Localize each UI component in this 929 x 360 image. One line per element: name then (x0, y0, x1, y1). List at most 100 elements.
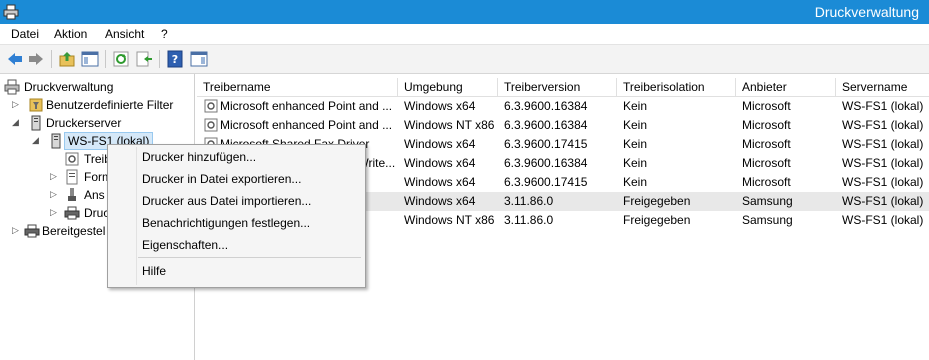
printer-management-icon (4, 79, 20, 95)
up-folder-icon[interactable] (58, 50, 76, 68)
menu-datei[interactable]: Datei (11, 27, 39, 41)
cell-driver-version: 6.3.9600.16384 (504, 118, 588, 132)
toolbar-separator (51, 50, 52, 68)
cell-server-name: WS-FS1 (lokal) (842, 194, 924, 208)
expand-arrow-icon[interactable]: ▷ (12, 225, 20, 235)
menu-help[interactable]: ? (161, 27, 168, 41)
cell-driver-version: 6.3.9600.16384 (504, 156, 588, 170)
cell-vendor: Microsoft (742, 175, 791, 189)
toolbar: ? (0, 45, 929, 74)
cell-vendor: Microsoft (742, 118, 791, 132)
cell-driver-name: Microsoft enhanced Point and ... (220, 118, 393, 132)
column-header-driver-version[interactable]: Treiberversion (498, 78, 617, 97)
expand-arrow-icon[interactable]: ▷ (50, 207, 58, 217)
collapse-arrow-icon[interactable]: ◢ (12, 117, 20, 127)
show-hide-action-pane-icon[interactable] (190, 50, 208, 68)
cell-environment: Windows x64 (404, 156, 476, 170)
refresh-icon[interactable] (112, 50, 130, 68)
forward-icon[interactable] (27, 50, 45, 68)
tree-item-label: Druckverwaltung (24, 80, 114, 94)
back-icon[interactable] (6, 50, 24, 68)
cell-driver-version: 3.11.86.0 (504, 213, 554, 227)
cell-environment: Windows x64 (404, 175, 476, 189)
cell-environment: Windows x64 (404, 194, 476, 208)
column-header-vendor[interactable]: Anbieter (736, 78, 836, 97)
cell-server-name: WS-FS1 (lokal) (842, 137, 924, 151)
menu-item-help[interactable]: Hilfe (142, 261, 166, 281)
show-hide-console-tree-icon[interactable] (81, 50, 99, 68)
printer-app-icon[interactable] (3, 4, 19, 20)
toolbar-separator (105, 50, 106, 68)
menu-ansicht[interactable]: Ansicht (105, 27, 144, 41)
cell-driver-isolation: Kein (623, 118, 648, 132)
tree-item-label: Druckerserver (46, 116, 122, 130)
cell-server-name: WS-FS1 (lokal) (842, 118, 924, 132)
cell-driver-version: 6.3.9600.17415 (504, 175, 588, 189)
cell-vendor: Samsung (742, 194, 793, 208)
cell-driver-isolation: Freigegeben (623, 213, 691, 227)
tree-item-filters[interactable]: ▷ Benutzerdefinierte Filter (2, 96, 192, 114)
menu-item-add-printer[interactable]: Drucker hinzufügen... (142, 147, 256, 167)
printer-icon (24, 224, 40, 238)
expand-arrow-icon[interactable]: ▷ (50, 171, 58, 181)
table-row[interactable]: Microsoft enhanced Point and ... Windows… (197, 97, 929, 116)
column-header-server-name[interactable]: Servername (836, 78, 929, 97)
cell-driver-version: 3.11.86.0 (504, 194, 554, 208)
expand-arrow-icon[interactable]: ▷ (12, 99, 20, 109)
cell-driver-version: 6.3.9600.17415 (504, 137, 588, 151)
title-bar: Druckverwaltung (0, 0, 929, 24)
cell-server-name: WS-FS1 (lokal) (842, 213, 924, 227)
collapse-arrow-icon[interactable]: ◢ (32, 135, 40, 145)
cell-driver-isolation: Freigegeben (623, 194, 691, 208)
column-header-driver-name[interactable]: Treibername (197, 78, 398, 97)
context-menu-gutter (136, 147, 137, 285)
cell-vendor: Microsoft (742, 99, 791, 113)
driver-icon (65, 152, 79, 166)
cell-driver-isolation: Kein (623, 137, 648, 151)
menu-item-set-notifications[interactable]: Benachrichtigungen festlegen... (142, 213, 310, 233)
column-header-driver-isolation[interactable]: Treiberisolation (617, 78, 736, 97)
cell-environment: Windows x64 (404, 99, 476, 113)
filter-icon (29, 98, 43, 112)
tree-item-root[interactable]: Druckverwaltung (2, 78, 192, 96)
column-header-environment[interactable]: Umgebung (398, 78, 498, 97)
table-row[interactable]: Microsoft enhanced Point and ... Windows… (197, 116, 929, 135)
cell-driver-name: Microsoft enhanced Point and ... (220, 99, 393, 113)
cell-environment: Windows NT x86 (404, 118, 495, 132)
cell-driver-isolation: Kein (623, 99, 648, 113)
context-menu: Drucker hinzufügen... Drucker in Datei e… (107, 144, 366, 288)
svg-text:?: ? (172, 53, 178, 66)
tree-item-label: Druc (84, 206, 110, 220)
cell-environment: Windows x64 (404, 137, 476, 151)
cell-vendor: Microsoft (742, 137, 791, 151)
window-title: Druckverwaltung (814, 4, 919, 20)
cell-driver-isolation: Kein (623, 175, 648, 189)
cell-driver-isolation: Kein (623, 156, 648, 170)
menu-item-import-printers[interactable]: Drucker aus Datei importieren... (142, 191, 311, 211)
port-icon (68, 188, 76, 201)
cell-server-name: WS-FS1 (lokal) (842, 156, 924, 170)
cell-driver-version: 6.3.9600.16384 (504, 99, 588, 113)
printer-icon (64, 206, 80, 220)
help-icon[interactable]: ? (166, 50, 184, 68)
cell-server-name: WS-FS1 (lokal) (842, 99, 924, 113)
cell-vendor: Microsoft (742, 156, 791, 170)
cell-environment: Windows NT x86 (404, 213, 495, 227)
server-icon (51, 133, 61, 149)
toolbar-separator (159, 50, 160, 68)
server-icon (31, 115, 41, 131)
tree-item-label: Benutzerdefinierte Filter (46, 98, 174, 112)
menu-item-properties[interactable]: Eigenschaften... (142, 235, 228, 255)
forms-icon (66, 169, 78, 185)
export-list-icon[interactable] (135, 50, 153, 68)
tree-item-print-servers[interactable]: ◢ Druckerserver (2, 114, 192, 132)
menu-separator (138, 257, 361, 258)
tree-item-label: Ans (84, 188, 105, 202)
menu-aktion[interactable]: Aktion (54, 27, 87, 41)
menu-bar: Datei Aktion Ansicht ? (0, 24, 929, 45)
cell-server-name: WS-FS1 (lokal) (842, 175, 924, 189)
menu-item-export-printers[interactable]: Drucker in Datei exportieren... (142, 169, 301, 189)
cell-vendor: Samsung (742, 213, 793, 227)
expand-arrow-icon[interactable]: ▷ (50, 189, 58, 199)
tree-item-label: Bereitgestel (42, 224, 106, 238)
